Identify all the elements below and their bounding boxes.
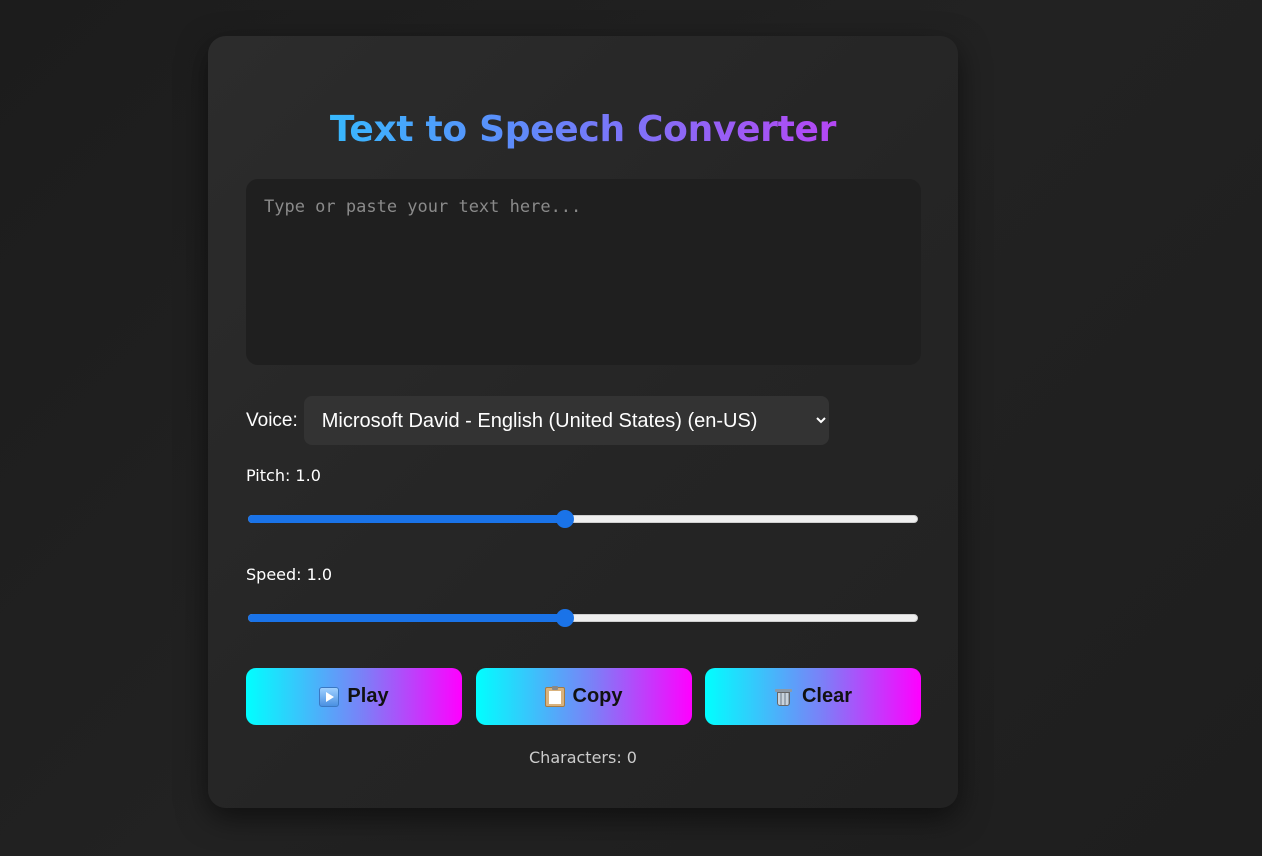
- page-title: Text to Speech Converter: [208, 108, 958, 152]
- voice-row: Voice: Microsoft David - English (United…: [246, 396, 829, 445]
- pitch-slider-thumb[interactable]: [556, 510, 575, 528]
- converter-card: Text to Speech Converter Voice: Microsof…: [208, 36, 958, 808]
- pitch-slider-fill: [248, 515, 566, 523]
- text-input[interactable]: [246, 179, 921, 365]
- play-button-label: Play: [347, 685, 389, 707]
- copy-button[interactable]: Copy: [475, 668, 692, 725]
- clear-button-label: Clear: [801, 685, 853, 707]
- character-count: Characters: 0: [529, 748, 637, 767]
- speed-slider-fill: [248, 614, 566, 622]
- clear-button[interactable]: Clear: [705, 668, 921, 725]
- voice-select[interactable]: Microsoft David - English (United States…: [303, 396, 829, 445]
- play-icon: [319, 686, 340, 707]
- clipboard-icon: [544, 685, 565, 707]
- voice-label: Voice:: [246, 409, 298, 431]
- speed-slider[interactable]: [248, 608, 918, 628]
- pitch-label: Pitch: 1.0: [246, 466, 321, 485]
- speed-label: Speed: 1.0: [246, 565, 333, 584]
- speed-slider-thumb[interactable]: [556, 609, 575, 627]
- action-buttons: Play Copy Clear: [246, 668, 921, 725]
- pitch-slider[interactable]: [248, 509, 918, 529]
- trash-icon: [774, 687, 794, 707]
- play-button[interactable]: Play: [246, 668, 462, 725]
- copy-button-label: Copy: [572, 685, 623, 707]
